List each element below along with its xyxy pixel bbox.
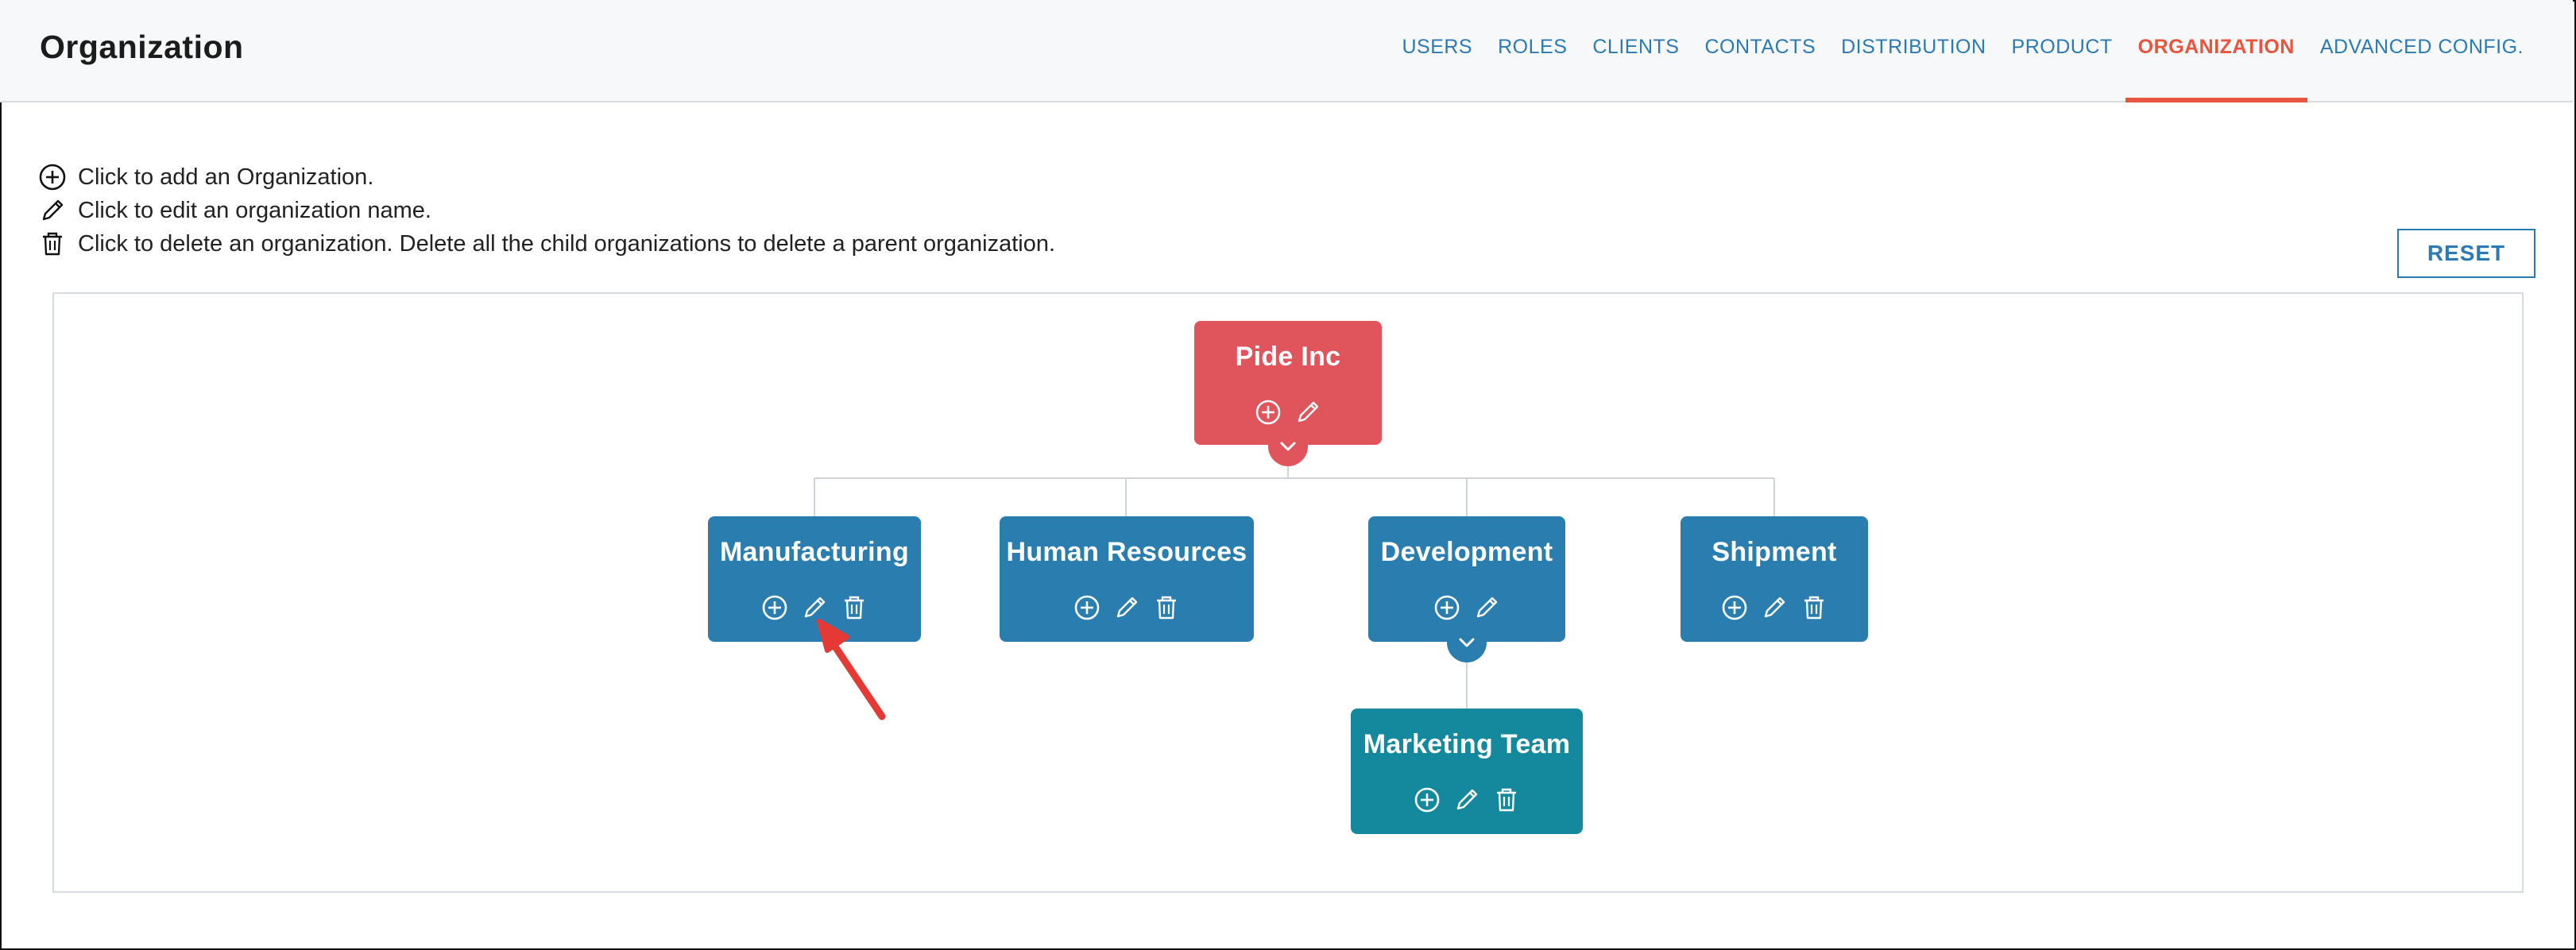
org-node-name: Development	[1380, 537, 1553, 567]
tab-users[interactable]: USERS	[1389, 0, 1485, 101]
delete-organization-icon[interactable]	[1151, 593, 1182, 623]
org-node-actions	[1000, 593, 1254, 623]
instruction-delete: Click to delete an organization. Delete …	[38, 227, 1055, 261]
edit-organization-icon[interactable]	[1293, 397, 1323, 427]
add-organization-icon[interactable]	[1432, 593, 1462, 623]
tab-organization[interactable]: ORGANIZATION	[2125, 0, 2308, 102]
org-node-actions	[708, 593, 921, 623]
edit-organization-icon[interactable]	[1759, 593, 1789, 623]
collapse-toggle-development[interactable]	[1447, 623, 1487, 662]
add-organization-icon[interactable]	[1719, 593, 1750, 623]
tab-distribution[interactable]: DISTRIBUTION	[1828, 0, 1998, 101]
trash-icon	[38, 230, 67, 258]
org-node-actions	[1681, 593, 1868, 623]
delete-organization-icon[interactable]	[1491, 785, 1522, 815]
instruction-edit-text: Click to edit an organization name.	[78, 197, 431, 223]
org-node-name: Marketing Team	[1363, 729, 1571, 759]
page-header: Organization USERS ROLES CLIENTS CONTACT…	[0, 0, 2573, 102]
add-organization-icon[interactable]	[1253, 397, 1283, 427]
add-organization-icon[interactable]	[1072, 593, 1102, 623]
tab-product[interactable]: PRODUCT	[1999, 0, 2125, 101]
collapse-toggle-root[interactable]	[1268, 427, 1308, 466]
org-node-manufacturing: Manufacturing	[708, 516, 921, 642]
top-nav: USERS ROLES CLIENTS CONTACTS DISTRIBUTIO…	[1389, 0, 2573, 102]
org-node-human-resources: Human Resources	[1000, 516, 1254, 642]
reset-button[interactable]: RESET	[2397, 229, 2535, 278]
org-node-actions	[1351, 785, 1583, 815]
add-organization-icon[interactable]	[760, 593, 790, 623]
tab-contacts[interactable]: CONTACTS	[1692, 0, 1828, 101]
tab-clients[interactable]: CLIENTS	[1580, 0, 1692, 101]
instruction-add: Click to add an Organization.	[38, 160, 1055, 194]
org-node-name: Shipment	[1712, 537, 1837, 567]
org-node-actions	[1368, 593, 1565, 623]
edit-organization-icon[interactable]	[1472, 593, 1502, 623]
add-circle-icon	[38, 163, 67, 191]
org-node-actions	[1194, 397, 1382, 427]
instruction-delete-text: Click to delete an organization. Delete …	[78, 230, 1056, 257]
org-node-name: Manufacturing	[719, 537, 910, 567]
pencil-icon	[38, 196, 67, 225]
instruction-add-text: Click to add an Organization.	[78, 164, 374, 190]
org-node-name: Pide Inc	[1235, 342, 1341, 372]
instructions-legend: Click to add an Organization. Click to e…	[38, 160, 1055, 261]
instruction-edit: Click to edit an organization name.	[38, 194, 1055, 227]
org-node-shipment: Shipment	[1681, 516, 1868, 642]
delete-organization-icon[interactable]	[839, 593, 869, 623]
chevron-down-icon	[1280, 442, 1296, 451]
edit-organization-icon[interactable]	[1452, 785, 1482, 815]
page-title: Organization	[40, 29, 244, 65]
tab-advanced-config[interactable]: ADVANCED CONFIG.	[2307, 0, 2573, 101]
org-node-name: Human Resources	[1006, 537, 1247, 567]
org-node-marketing-team: Marketing Team	[1351, 709, 1583, 834]
tab-roles[interactable]: ROLES	[1485, 0, 1580, 101]
add-organization-icon[interactable]	[1412, 785, 1442, 815]
edit-organization-icon[interactable]	[799, 593, 830, 623]
delete-organization-icon[interactable]	[1799, 593, 1829, 623]
chevron-down-icon	[1459, 638, 1475, 647]
edit-organization-icon[interactable]	[1112, 593, 1142, 623]
